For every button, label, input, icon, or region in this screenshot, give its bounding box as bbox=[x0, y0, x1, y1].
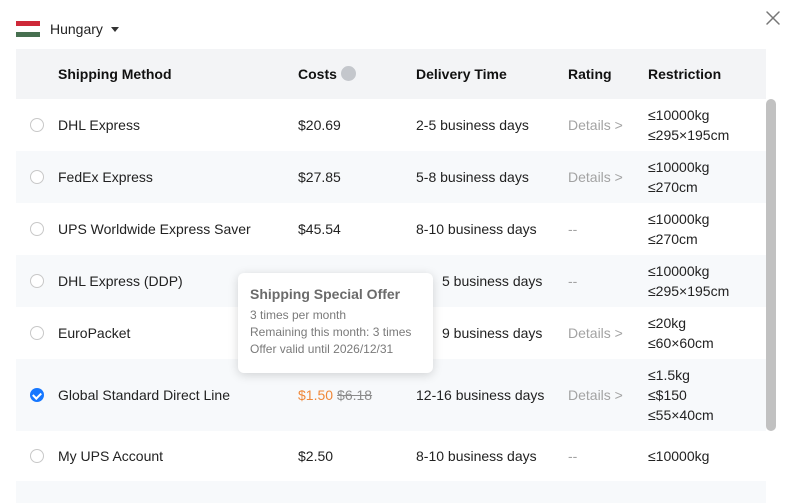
row-radio[interactable] bbox=[30, 222, 44, 236]
scrollbar-thumb[interactable] bbox=[766, 99, 776, 431]
delivery-time: 2-5 business days bbox=[416, 117, 529, 133]
restriction-line: ≤60×60cm bbox=[648, 335, 714, 351]
cost: $2.50 bbox=[298, 448, 334, 464]
row-radio[interactable] bbox=[30, 326, 44, 340]
header-delivery-time: Delivery Time bbox=[416, 66, 507, 82]
costs-info-icon[interactable] bbox=[341, 66, 356, 81]
restriction: ≤20kg ≤60×60cm bbox=[648, 313, 714, 353]
cost: $27.85 bbox=[298, 169, 341, 185]
restriction-line: ≤295×195cm bbox=[648, 283, 730, 299]
row-radio[interactable] bbox=[30, 449, 44, 463]
restriction-line: ≤55×40cm bbox=[648, 407, 714, 423]
rating-empty: -- bbox=[568, 221, 578, 237]
restriction: ≤10000kg bbox=[648, 448, 709, 464]
restriction-line: ≤20kg bbox=[648, 315, 687, 331]
restriction-line: ≤10000kg bbox=[648, 159, 710, 175]
caret-down-icon bbox=[110, 26, 119, 32]
original-price: $6.18 bbox=[337, 387, 373, 403]
restriction: ≤1.5kg ≤$150 ≤55×40cm bbox=[648, 365, 714, 425]
cost: $20.69 bbox=[298, 117, 341, 133]
rating-details-link[interactable]: Details > bbox=[568, 117, 623, 133]
tooltip-line: Offer valid until 2026/12/31 bbox=[250, 342, 394, 356]
delivery-time: 5 business days bbox=[442, 273, 543, 289]
row-radio[interactable] bbox=[30, 170, 44, 184]
delivery-time: 9 business days bbox=[442, 325, 543, 341]
country-selector[interactable]: Hungary bbox=[16, 18, 119, 40]
rating-details-link[interactable]: Details > bbox=[568, 387, 623, 403]
header-shipping-method: Shipping Method bbox=[58, 66, 172, 82]
shipping-method: UPS Worldwide Express Saver bbox=[58, 221, 251, 237]
rating-empty: -- bbox=[568, 448, 578, 464]
country-name: Hungary bbox=[50, 21, 103, 37]
restriction: ≤10000kg ≤270cm bbox=[648, 209, 709, 249]
restriction-line: ≤10000kg bbox=[648, 263, 710, 279]
restriction-line: ≤$150 bbox=[648, 387, 687, 403]
row-radio-checked[interactable] bbox=[30, 388, 44, 402]
header-restriction: Restriction bbox=[648, 66, 722, 82]
tooltip-line: 3 times per month bbox=[250, 308, 347, 322]
restriction-line: ≤10000kg bbox=[648, 211, 710, 227]
close-icon[interactable] bbox=[764, 9, 782, 27]
shipping-method: My UPS Account bbox=[58, 448, 164, 464]
delivery-time: 8-10 business days bbox=[416, 448, 537, 464]
table-row[interactable] bbox=[16, 481, 766, 503]
row-radio[interactable] bbox=[30, 118, 44, 132]
cost: $1.50 $6.18 bbox=[298, 387, 372, 403]
restriction-line: ≤10000kg bbox=[648, 107, 710, 123]
special-price: $1.50 bbox=[298, 387, 334, 403]
rating-empty: -- bbox=[568, 273, 578, 289]
rating-details-link[interactable]: Details > bbox=[568, 169, 623, 185]
header-costs: Costs bbox=[298, 66, 337, 82]
restriction: ≤10000kg ≤295×195cm bbox=[648, 261, 729, 301]
table-row[interactable]: UPS Worldwide Express Saver $45.54 8-10 … bbox=[16, 203, 766, 255]
rating-details-link[interactable]: Details > bbox=[568, 325, 623, 341]
shipping-method: DHL Express (DDP) bbox=[58, 273, 183, 289]
header-rating: Rating bbox=[568, 66, 612, 82]
table-header: Shipping Method Costs Delivery Time Rati… bbox=[16, 49, 766, 99]
row-radio[interactable] bbox=[30, 274, 44, 288]
restriction-line: ≤270cm bbox=[648, 231, 698, 247]
delivery-time: 12-16 business days bbox=[416, 387, 545, 403]
table-row[interactable]: FedEx Express $27.85 5-8 business days D… bbox=[16, 151, 766, 203]
delivery-time: 8-10 business days bbox=[416, 221, 537, 237]
tooltip-line: Remaining this month: 3 times bbox=[250, 325, 412, 339]
shipping-method: Global Standard Direct Line bbox=[58, 387, 230, 403]
shipping-method: FedEx Express bbox=[58, 169, 153, 185]
restriction-line: ≤270cm bbox=[648, 179, 698, 195]
restriction: ≤10000kg ≤295×195cm bbox=[648, 105, 729, 145]
restriction: ≤10000kg ≤270cm bbox=[648, 157, 709, 197]
delivery-time: 5-8 business days bbox=[416, 169, 529, 185]
hungary-flag-icon bbox=[16, 21, 40, 37]
tooltip-title: Shipping Special Offer bbox=[250, 286, 401, 302]
shipping-method: EuroPacket bbox=[58, 325, 131, 341]
restriction-line: ≤295×195cm bbox=[648, 127, 730, 143]
table-row[interactable]: My UPS Account $2.50 8-10 business days … bbox=[16, 431, 766, 481]
restriction-line: ≤10000kg bbox=[648, 448, 710, 464]
shipping-method: DHL Express bbox=[58, 117, 140, 133]
special-offer-tooltip: Shipping Special Offer 3 times per month… bbox=[238, 273, 433, 373]
restriction-line: ≤1.5kg bbox=[648, 367, 690, 383]
flag-stripe-green bbox=[16, 31, 40, 37]
table-row[interactable]: DHL Express $20.69 2-5 business days Det… bbox=[16, 99, 766, 151]
cost: $45.54 bbox=[298, 221, 341, 237]
